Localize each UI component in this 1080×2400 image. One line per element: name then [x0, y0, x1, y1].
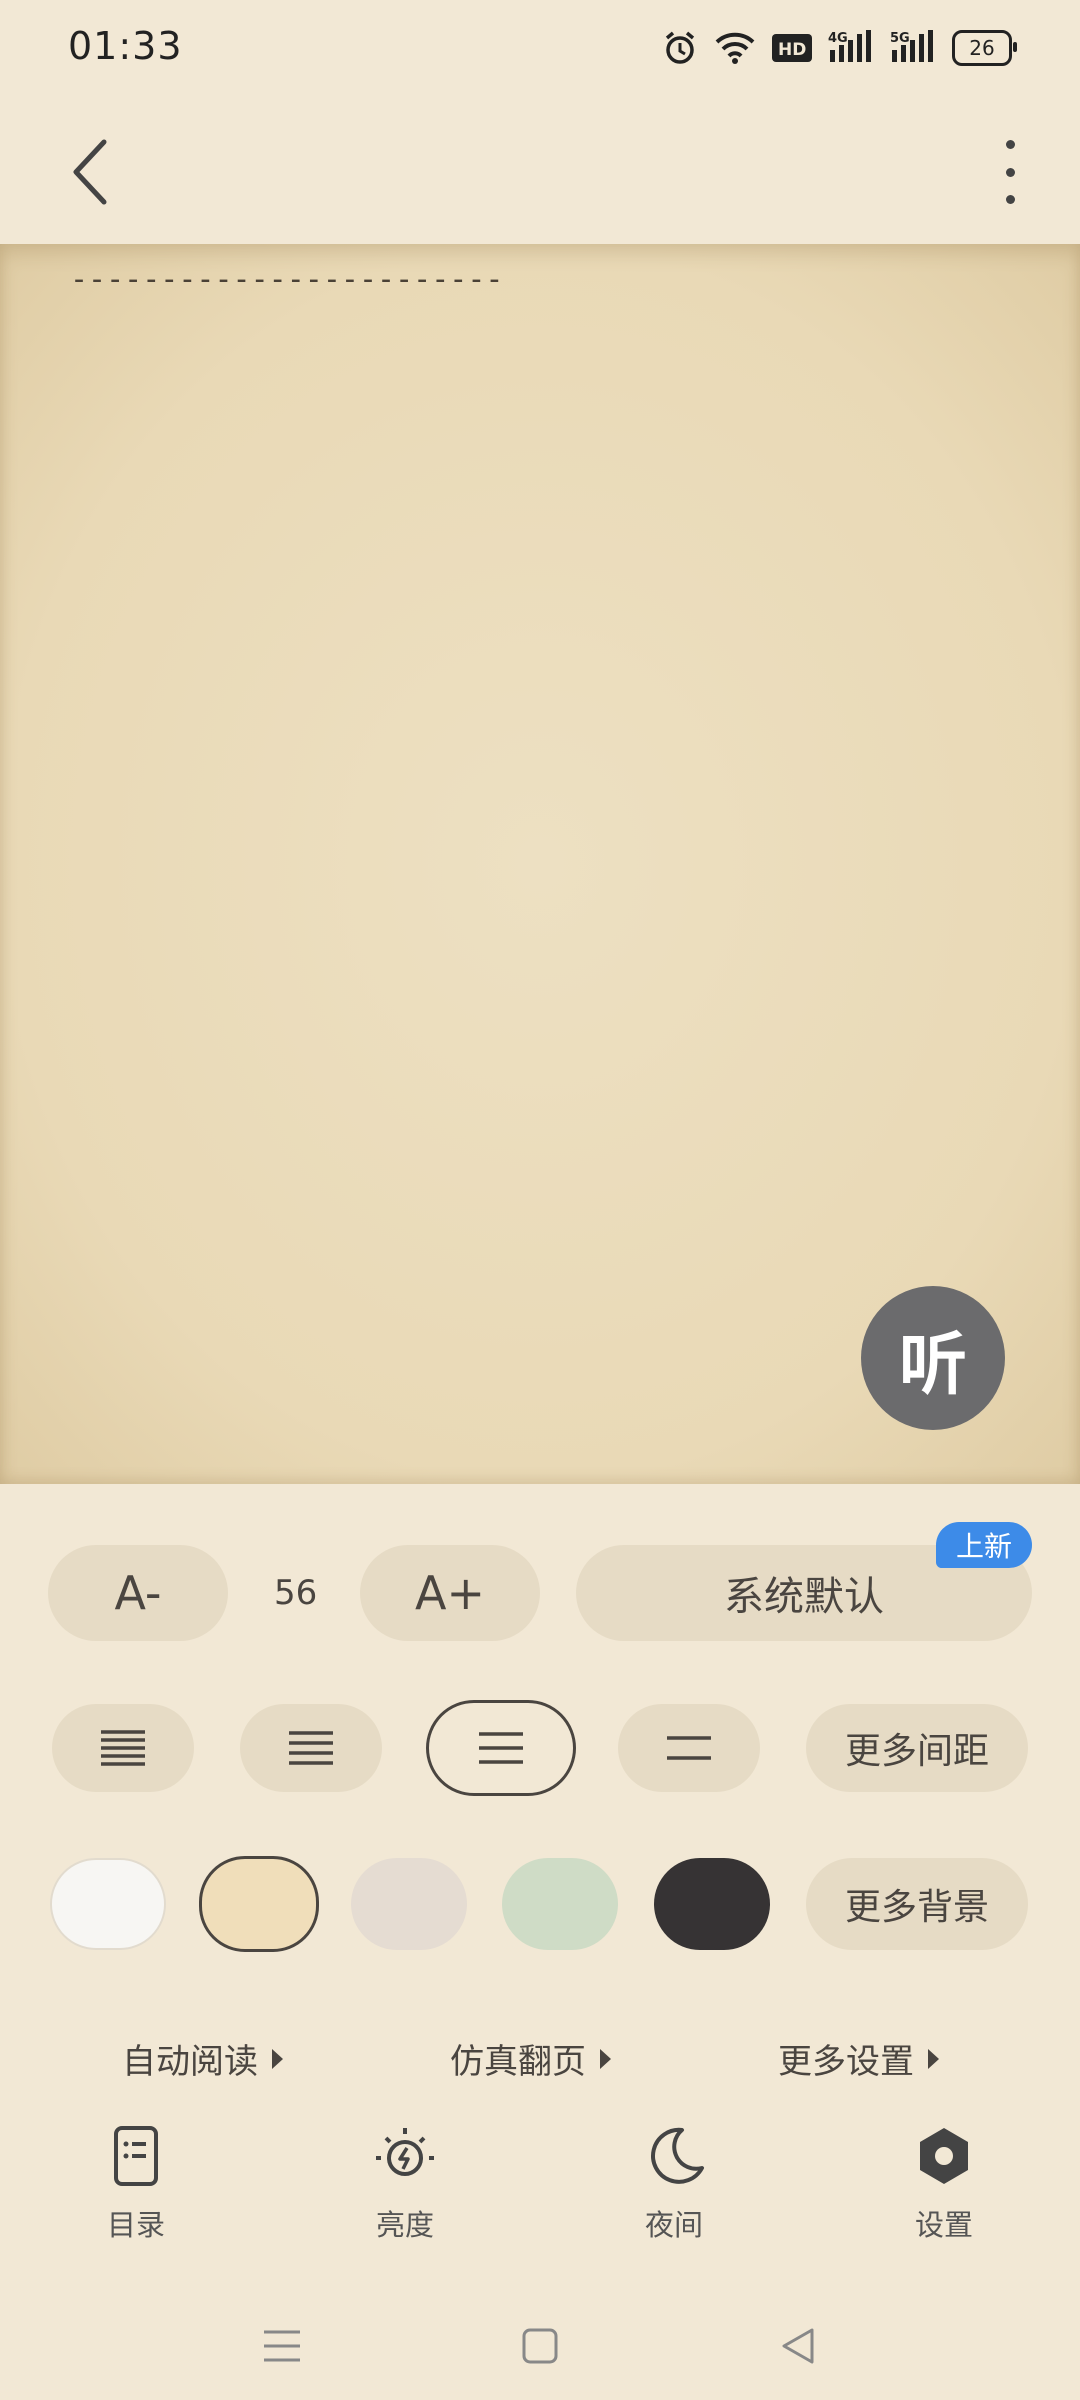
alarm-icon	[662, 26, 698, 70]
triangle-right-icon	[600, 2048, 611, 2069]
tab-night-label: 夜间	[644, 2208, 703, 2242]
auto-read-link[interactable]: 自动阅读	[122, 2034, 283, 2083]
status-time: 01:33	[68, 24, 183, 68]
page-turn-link[interactable]: 仿真翻页	[450, 2034, 611, 2083]
battery-icon: 26	[952, 26, 1017, 70]
svg-text:4G: 4G	[828, 31, 848, 46]
svg-text:5G: 5G	[890, 31, 910, 46]
tab-catalog-label: 目录	[106, 2208, 165, 2242]
tab-brightness-label: 亮度	[375, 2208, 434, 2242]
battery-level: 26	[969, 36, 995, 60]
triangle-right-icon	[928, 2048, 939, 2069]
more-background-button[interactable]: 更多背景	[806, 1858, 1028, 1950]
recent-apps-button[interactable]	[252, 2318, 312, 2374]
more-spacing-button[interactable]: 更多间距	[806, 1704, 1028, 1792]
spacing-wide-icon	[667, 1736, 711, 1760]
spacing-compact-button[interactable]	[52, 1704, 194, 1792]
auto-read-label: 自动阅读	[122, 2042, 258, 2082]
menu-icon	[264, 2330, 300, 2362]
tab-settings[interactable]: 设置	[874, 2124, 1014, 2254]
system-nav-bar	[0, 2290, 1080, 2400]
tab-night[interactable]: 夜间	[604, 2124, 744, 2254]
bg-parchment-swatch[interactable]	[199, 1856, 319, 1952]
font-decrease-button[interactable]: A-	[48, 1545, 228, 1641]
signal-4g-icon: 4G	[828, 26, 874, 70]
more-settings-link[interactable]: 更多设置	[778, 2034, 939, 2083]
bg-green-swatch[interactable]	[502, 1858, 618, 1950]
bg-gray-swatch[interactable]	[351, 1858, 467, 1950]
svg-text:HD: HD	[778, 40, 806, 60]
font-increase-button[interactable]: A+	[360, 1545, 540, 1641]
spacing-wide-button[interactable]	[618, 1704, 760, 1792]
system-back-button[interactable]	[768, 2318, 828, 2374]
spacing-compact-icon	[101, 1730, 145, 1766]
more-options-button[interactable]	[980, 140, 1040, 204]
font-size-value: 56	[274, 1573, 318, 1613]
spacing-loose-icon	[479, 1732, 523, 1764]
page-turn-label: 仿真翻页	[450, 2042, 586, 2082]
hd-icon: HD	[772, 26, 812, 70]
page-text: ------------------------	[70, 262, 504, 297]
brightness-icon	[376, 2128, 434, 2176]
more-vertical-icon	[1005, 140, 1015, 149]
tab-settings-label: 设置	[914, 2208, 973, 2242]
home-square-icon	[522, 2328, 558, 2364]
spacing-normal-icon	[289, 1731, 333, 1765]
status-icons: HD 4G 5G 26	[662, 26, 1017, 70]
spacing-normal-button[interactable]	[240, 1704, 382, 1792]
catalog-icon	[114, 2126, 158, 2186]
home-button[interactable]	[510, 2318, 570, 2374]
new-badge: 上新	[936, 1522, 1032, 1568]
more-dot	[1005, 167, 1015, 177]
bg-dark-swatch[interactable]	[654, 1858, 770, 1950]
tab-brightness[interactable]: 亮度	[335, 2124, 475, 2254]
tab-catalog[interactable]: 目录	[66, 2124, 206, 2254]
moon-icon	[651, 2127, 704, 2184]
more-settings-label: 更多设置	[778, 2042, 914, 2082]
listen-button[interactable]: 听	[861, 1286, 1005, 1430]
spacing-loose-button[interactable]	[426, 1700, 576, 1796]
settings-hex-icon	[920, 2128, 968, 2184]
triangle-right-icon	[272, 2048, 283, 2069]
more-dot	[1005, 195, 1015, 204]
chevron-left-icon	[73, 139, 107, 205]
wifi-icon	[714, 26, 756, 70]
reader-top-bar	[0, 100, 1080, 244]
back-triangle-icon	[782, 2328, 814, 2364]
bg-white-swatch[interactable]	[50, 1858, 166, 1950]
status-bar: 01:33 HD 4G 5G 26	[0, 0, 1080, 100]
signal-5g-icon: 5G	[890, 26, 936, 70]
back-button[interactable]	[60, 136, 120, 208]
